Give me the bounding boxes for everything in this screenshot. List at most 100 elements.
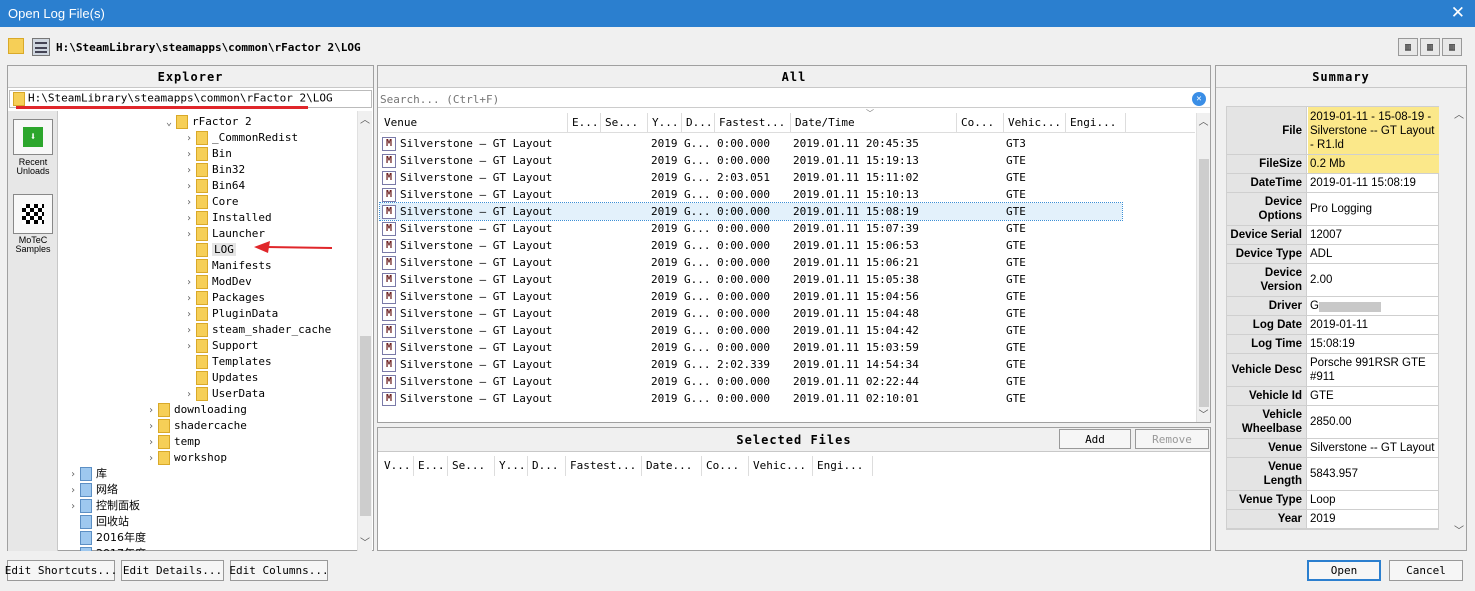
close-icon[interactable]: ✕ [1451, 3, 1465, 23]
column-header[interactable]: E... [568, 113, 601, 133]
tree-item[interactable]: › PluginData [186, 306, 278, 322]
layout-center-icon[interactable]: ▥ [1420, 38, 1440, 56]
chevron-right-icon[interactable]: › [186, 323, 196, 339]
table-row[interactable]: M Silverstone — GT Layout 2019 G... 0:00.000… [380, 186, 1122, 203]
table-row[interactable]: M Silverstone — GT Layout 2019 G... 0:00.000… [380, 373, 1122, 390]
selected-column-header[interactable]: Y... [495, 456, 528, 476]
table-row[interactable]: M Silverstone — GT Layout 2019 G... 2:03.051… [380, 169, 1122, 186]
selected-column-header[interactable]: V... [380, 456, 414, 476]
tree-item[interactable]: › Bin32 [186, 162, 245, 178]
table-row[interactable]: M Silverstone — GT Layout 2019 G... 0:00.000… [380, 237, 1122, 254]
selected-column-header[interactable]: Vehic... [749, 456, 813, 476]
chevron-right-icon[interactable]: › [148, 451, 158, 467]
selected-column-header[interactable]: Engi... [813, 456, 873, 476]
chevron-right-icon[interactable]: › [186, 227, 196, 243]
table-row[interactable]: M Silverstone — GT Layout 2019 G... 0:00.000… [380, 271, 1122, 288]
chevron-right-icon[interactable]: › [186, 211, 196, 227]
selected-column-header[interactable]: Se... [448, 456, 495, 476]
table-row[interactable]: M Silverstone — GT Layout 2019 G... 2:02.339… [380, 356, 1122, 373]
folder-icon[interactable] [8, 38, 26, 56]
edit-columns-button[interactable]: Edit Columns... [229, 560, 329, 581]
chevron-right-icon[interactable]: › [186, 195, 196, 211]
chevron-right-icon[interactable]: › [186, 339, 196, 355]
tree-item[interactable]: 回收站 [70, 514, 129, 530]
tree-item[interactable]: › workshop [148, 450, 227, 466]
table-row[interactable]: M Silverstone — GT Layout 2019 G... 0:00.000… [380, 135, 1122, 152]
tree-item[interactable]: 2017年度 [70, 546, 146, 551]
search-input[interactable] [380, 91, 1180, 107]
chevron-right-icon[interactable]: › [186, 387, 196, 403]
chevron-right-icon[interactable]: › [186, 147, 196, 163]
recent-unloads-button[interactable]: ⬇ [13, 119, 53, 155]
tree-item[interactable]: LOG [186, 242, 236, 258]
selected-column-header[interactable]: E... [414, 456, 448, 476]
chevron-right-icon[interactable]: › [70, 499, 80, 515]
summary-scroll-up-icon[interactable]: ︿ [1454, 106, 1464, 121]
selected-column-header[interactable]: Date... [642, 456, 702, 476]
chevron-right-icon[interactable]: › [186, 131, 196, 147]
table-row[interactable]: M Silverstone — GT Layout 2019 G... 0:00.000… [380, 322, 1122, 339]
summary-scroll-down-icon[interactable]: ﹀ [1454, 522, 1464, 537]
chevron-right-icon[interactable]: › [70, 467, 80, 483]
layout-right-icon[interactable]: ▥ [1442, 38, 1462, 56]
chevron-right-icon[interactable]: › [186, 163, 196, 179]
tree-item[interactable]: › 网络 [70, 482, 118, 498]
chevron-right-icon[interactable]: › [70, 483, 80, 499]
chevron-right-icon[interactable]: › [186, 275, 196, 291]
tree-item[interactable]: › Bin [186, 146, 232, 162]
tree-item[interactable]: › Bin64 [186, 178, 245, 194]
add-button[interactable]: Add [1059, 429, 1131, 449]
edit-details-button[interactable]: Edit Details... [121, 560, 224, 581]
tree-item[interactable]: Updates [186, 370, 258, 386]
tree-item[interactable]: › 库 [70, 466, 107, 482]
tree-item[interactable]: 2016年度 [70, 530, 146, 546]
tree-item[interactable]: › shadercache [148, 418, 247, 434]
tree-item[interactable]: Manifests [186, 258, 272, 274]
explorer-scrollbar[interactable]: ︿ ﹀ [357, 111, 372, 551]
selected-column-header[interactable]: Fastest... [566, 456, 642, 476]
tree-item[interactable]: › Installed [186, 210, 272, 226]
tree-item[interactable]: › _CommonRedist [186, 130, 298, 146]
tree-item[interactable]: › Packages [186, 290, 265, 306]
selected-column-header[interactable]: D... [528, 456, 566, 476]
column-header[interactable]: Y... [648, 113, 682, 133]
all-scrollbar[interactable]: ︿ ﹀ [1196, 113, 1210, 422]
chevron-right-icon[interactable]: › [186, 307, 196, 323]
tree-item[interactable]: › downloading [148, 402, 247, 418]
chevron-right-icon[interactable]: › [148, 435, 158, 451]
selected-column-header[interactable]: Co... [702, 456, 749, 476]
tree-item[interactable]: › Core [186, 194, 239, 210]
column-header[interactable]: Vehic... [1004, 113, 1066, 133]
tree-item[interactable]: › 控制面板 [70, 498, 140, 514]
column-header[interactable]: Venue [380, 113, 568, 133]
tree-item[interactable]: › steam_shader_cache [186, 322, 331, 338]
chevron-down-icon[interactable]: ⌄ [166, 115, 176, 131]
table-row[interactable]: M Silverstone — GT Layout 2019 G... 0:00.000… [379, 202, 1123, 221]
table-row[interactable]: M Silverstone — GT Layout 2019 G... 0:00.000… [380, 339, 1122, 356]
cancel-button[interactable]: Cancel [1389, 560, 1463, 581]
open-button[interactable]: Open [1307, 560, 1381, 581]
column-header[interactable]: Engi... [1066, 113, 1126, 133]
table-row[interactable]: M Silverstone — GT Layout 2019 G... 0:00.000… [380, 220, 1122, 237]
layout-left-icon[interactable]: ▥ [1398, 38, 1418, 56]
tree-item[interactable]: ⌄ rFactor 2 [166, 114, 252, 130]
remove-button[interactable]: Remove [1135, 429, 1209, 449]
table-row[interactable]: M Silverstone — GT Layout 2019 G... 0:00.000… [380, 288, 1122, 305]
tree-item[interactable]: › temp [148, 434, 201, 450]
tree-item[interactable]: Templates [186, 354, 272, 370]
clear-search-icon[interactable]: ✕ [1192, 92, 1206, 106]
column-header[interactable]: Fastest... [715, 113, 791, 133]
chevron-right-icon[interactable]: › [186, 291, 196, 307]
column-header[interactable]: Se... [601, 113, 648, 133]
table-row[interactable]: M Silverstone — GT Layout 2019 G... 0:00.000… [380, 152, 1122, 169]
motec-samples-button[interactable] [13, 194, 53, 234]
edit-shortcuts-button[interactable]: Edit Shortcuts... [5, 560, 117, 581]
column-header[interactable]: Date/Time [791, 113, 957, 133]
column-header[interactable]: Co... [957, 113, 1004, 133]
tree-item[interactable]: › ModDev [186, 274, 252, 290]
table-row[interactable]: M Silverstone — GT Layout 2019 G... 0:00.000… [380, 254, 1122, 271]
column-header[interactable]: D... [682, 113, 715, 133]
tree-item[interactable]: › UserData [186, 386, 265, 402]
chevron-right-icon[interactable]: › [148, 403, 158, 419]
database-icon[interactable] [32, 38, 50, 56]
